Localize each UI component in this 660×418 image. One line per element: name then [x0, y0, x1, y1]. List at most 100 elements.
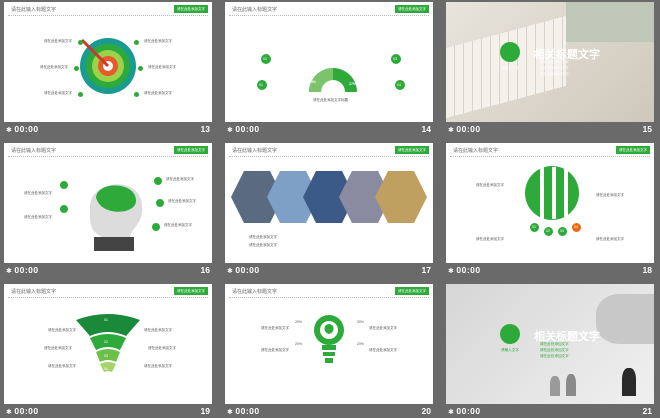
slide-thumbnail-15[interactable]: 相关标题文字 请输入文字 请在此处添加文字 请在此处添加文字 请在此处添加文字 …: [446, 2, 654, 138]
list-item: 请在此处添加文字: [540, 60, 569, 64]
step-number: 04: [397, 83, 401, 87]
lightbulb-icon: [314, 315, 344, 363]
percent-label: 73%: [309, 80, 317, 84]
bullet-dot: [134, 92, 139, 97]
slide-time: ✱ 00:00: [448, 124, 481, 134]
slide-thumbnail-19[interactable]: 请在此输入标题文字 请在此处添加文字 01 02 03 04 请在此处添加文字 …: [4, 284, 212, 418]
slide-header-tag: 请在此处添加文字: [395, 146, 429, 154]
divider: [229, 156, 429, 157]
divider: [229, 297, 429, 298]
head-brain-icon: [89, 184, 143, 251]
slide-header-tag: 请在此处添加文字: [174, 5, 208, 13]
slide-thumbnail-18[interactable]: 请在此输入标题文字 请在此处添加文字 01 02 03 04 请在此处添加文字 …: [446, 143, 654, 279]
target-icon: [80, 38, 136, 94]
text-label: 请在此处添加文字: [144, 91, 172, 95]
slide-time: ✱ 00:00: [227, 265, 260, 275]
step-number: 03: [560, 229, 564, 233]
slide-preview: 请在此输入标题文字 请在此处添加文字 请在此处添加文字 请在此处添加文字 请在此…: [4, 143, 212, 263]
slide-preview: 请在此输入标题文字 请在此处添加文字 01 02 03 04 请在此处添加文字 …: [446, 143, 654, 263]
star-icon: ✱: [448, 409, 455, 416]
text-label: 请在此处添加文字: [168, 199, 196, 203]
text-label: 请在此处添加文字: [261, 326, 289, 330]
percent-label: 29%: [339, 62, 347, 66]
star-icon: ✱: [448, 268, 455, 275]
slide-time: ✱ 00:00: [6, 406, 39, 416]
slide-thumbnail-17[interactable]: 请在此输入标题文字 请在此处添加文字 请在此处添加文字 请在此处添加文字 ✱ 00…: [225, 143, 433, 279]
slide-number: 17: [421, 265, 431, 275]
step-number: 03: [393, 57, 397, 61]
chess-piece: [622, 368, 636, 396]
percent-label: 17%: [349, 82, 357, 86]
slide-number: 16: [200, 265, 210, 275]
divider: [229, 15, 429, 16]
slide-header-tag: 请在此处添加文字: [174, 287, 208, 295]
star-icon: ✱: [448, 127, 455, 134]
slide-header-tag: 请在此处添加文字: [395, 287, 429, 295]
slide-header-title: 请在此输入标题文字: [232, 7, 278, 13]
center-caption: 请在此处添加文字标题: [313, 98, 348, 102]
slide-thumbnail-13[interactable]: 请在此输入标题文字 请在此处添加文字 请在此处添加文字 请在此处添加文字 请在此…: [4, 2, 212, 138]
slide-time: ✱ 00:00: [6, 265, 39, 275]
star-icon: ✱: [6, 409, 13, 416]
step-number: 01: [259, 83, 263, 87]
text-label: 请在此处添加文字: [44, 91, 72, 95]
hexagon-photos: [231, 171, 427, 223]
text-label: 请在此处添加文字: [144, 39, 172, 43]
text-label: 请在此处添加文字: [24, 191, 52, 195]
step-number: 01: [532, 225, 536, 229]
slide-thumbnail-21[interactable]: 相关标题文字 请输入文字 请在此处添加文字 请在此处添加文字 请在此处添加文字 …: [446, 284, 654, 418]
text-label: 请在此处添加文字: [24, 215, 52, 219]
team-icon: [500, 42, 520, 62]
text-label: 请在此处添加文字: [148, 65, 176, 69]
slide-time: ✱ 00:00: [227, 124, 260, 134]
team-icon: [500, 324, 520, 344]
slide-preview: 请在此输入标题文字 请在此处添加文字 20% 20% 30% 20% 请在此处添…: [225, 284, 433, 404]
slide-number: 20: [421, 406, 431, 416]
chess-piece: [566, 374, 576, 396]
level-number: 02: [104, 340, 108, 344]
flowers-image: [566, 2, 654, 42]
pie-icon: [525, 166, 579, 220]
slide-thumbnail-14[interactable]: 请在此输入标题文字 请在此处添加文字 15% 29% 73% 17% 请在此处添…: [225, 2, 433, 138]
text-label: 请在此处添加文字: [48, 328, 76, 332]
slide-thumbnail-20[interactable]: 请在此输入标题文字 请在此处添加文字 20% 20% 30% 20% 请在此处添…: [225, 284, 433, 418]
bullet-dot: [60, 181, 68, 189]
slide-preview: 相关标题文字 请输入文字 请在此处添加文字 请在此处添加文字 请在此处添加文字: [446, 284, 654, 404]
level-number: 03: [104, 354, 108, 358]
text-label: 请在此处添加文字: [369, 348, 397, 352]
divider: [8, 156, 208, 157]
star-icon: ✱: [227, 127, 234, 134]
level-number: 04: [104, 367, 108, 371]
slide-header-title: 请在此输入标题文字: [453, 148, 499, 154]
slide-number: 13: [200, 124, 210, 134]
step-number: 02: [546, 229, 550, 233]
slide-thumbnail-16[interactable]: 请在此输入标题文字 请在此处添加文字 请在此处添加文字 请在此处添加文字 请在此…: [4, 143, 212, 279]
slide-header-tag: 请在此处添加文字: [616, 146, 650, 154]
bullet-dot: [152, 223, 160, 231]
text-label: 请在此处添加文字: [48, 364, 76, 368]
slide-preview: 相关标题文字 请输入文字 请在此处添加文字 请在此处添加文字 请在此处添加文字: [446, 2, 654, 122]
hand-image: [596, 294, 654, 344]
star-icon: ✱: [6, 268, 13, 275]
slide-number: 15: [642, 124, 652, 134]
slide-preview: 请在此输入标题文字 请在此处添加文字 请在此处添加文字 请在此处添加文字: [225, 143, 433, 263]
text-label: 请在此处添加文字: [44, 39, 72, 43]
divider: [8, 297, 208, 298]
slide-header-title: 请在此输入标题文字: [232, 289, 278, 295]
text-label: 请在此处添加文字: [144, 364, 172, 368]
text-label: 请在此处添加文字: [476, 237, 504, 241]
text-label: 请在此处添加文字: [166, 177, 194, 181]
bullet-dot: [60, 205, 68, 213]
star-icon: ✱: [227, 268, 234, 275]
text-label: 请在此处添加文字: [164, 223, 192, 227]
divider: [8, 15, 208, 16]
slide-number: 19: [200, 406, 210, 416]
slide-number: 18: [642, 265, 652, 275]
text-label: 请在此处添加文字: [476, 183, 504, 187]
bullet-dot: [78, 40, 83, 45]
slide-header-title: 请在此输入标题文字: [11, 148, 57, 154]
text-label: 请在此处添加文字: [44, 346, 72, 350]
divider: [450, 156, 650, 157]
percent-label: 20%: [357, 342, 365, 346]
text-label: 请在此处添加文字: [144, 328, 172, 332]
